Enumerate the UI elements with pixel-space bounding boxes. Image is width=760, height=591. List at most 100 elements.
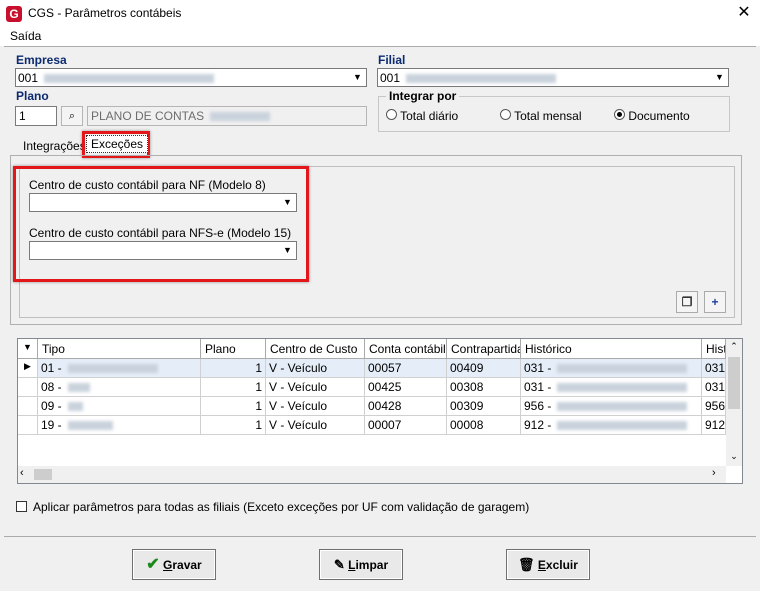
redacted-text xyxy=(210,112,271,122)
column-header[interactable]: Centro de Custo xyxy=(266,339,365,359)
close-icon[interactable]: ✕ xyxy=(735,4,753,22)
column-header[interactable]: Conta contábil xyxy=(365,339,447,359)
row-indicator xyxy=(18,378,38,397)
tab-excecoes[interactable]: Exceções xyxy=(86,135,149,153)
chevron-down-icon: ▼ xyxy=(715,72,724,82)
cell-hist: 031 xyxy=(702,378,726,397)
column-header[interactable]: Contrapartida xyxy=(447,339,521,359)
checkmark-icon: ✔ xyxy=(146,556,160,573)
divider xyxy=(4,46,756,47)
empresa-select[interactable]: 001 ▼ xyxy=(15,68,367,87)
cell-text: 031 - xyxy=(524,361,552,375)
redacted-text xyxy=(406,74,557,84)
clear-button[interactable]: ✎ Limpar xyxy=(319,549,403,580)
scroll-up-icon[interactable]: ⌃ xyxy=(726,341,742,352)
tab-integracoes[interactable]: Integrações xyxy=(19,137,90,156)
grid-menu-icon[interactable]: ▼ xyxy=(18,339,38,359)
cell-text: 08 - xyxy=(41,380,62,394)
apply-all-checkbox[interactable] xyxy=(16,501,27,512)
cell-historico: 031 - xyxy=(521,378,702,397)
redacted-text xyxy=(67,402,83,412)
chevron-down-icon: ▼ xyxy=(283,197,292,207)
nf-cost-center-select[interactable]: ▼ xyxy=(29,193,297,212)
chevron-down-icon: ▼ xyxy=(283,245,292,255)
redacted-text xyxy=(67,383,90,393)
cell-conta: 00425 xyxy=(365,378,447,397)
cell-centro: V - Veículo xyxy=(266,359,365,378)
cell-contrapartida: 00409 xyxy=(447,359,521,378)
cell-tipo: 09 - xyxy=(38,397,201,416)
filial-select[interactable]: 001 ▼ xyxy=(377,68,729,87)
redacted-text xyxy=(557,383,688,393)
redacted-text xyxy=(67,364,158,374)
plano-name-field: PLANO DE CONTAS xyxy=(87,106,367,126)
trash-icon: 🗑 xyxy=(518,557,535,572)
cell-historico: 912 - xyxy=(521,416,702,435)
column-header[interactable]: Tipo xyxy=(38,339,201,359)
scroll-left-icon[interactable]: ‹ xyxy=(20,467,24,479)
nf-cost-center-label: Centro de custo contábil para NF (Modelo… xyxy=(29,178,266,192)
add-icon[interactable]: + xyxy=(704,291,726,313)
app-logo-icon: G xyxy=(6,6,22,22)
copy-icon[interactable]: ❐ xyxy=(676,291,698,313)
empresa-value: 001 xyxy=(18,71,39,85)
cell-plano: 1 xyxy=(201,397,266,416)
row-indicator-icon: ▶ xyxy=(18,359,38,378)
apply-all-label: Aplicar parâmetros para todas as filiais… xyxy=(33,500,530,514)
column-header[interactable]: Hist xyxy=(702,339,726,359)
cell-text: 031 - xyxy=(524,380,552,394)
scroll-right-icon[interactable]: › xyxy=(712,467,716,479)
column-header[interactable]: Plano xyxy=(201,339,266,359)
cell-text: 01 - xyxy=(41,361,62,375)
nfse-cost-center-label: Centro de custo contábil para NFS-e (Mod… xyxy=(29,226,292,240)
scroll-thumb[interactable] xyxy=(728,357,740,409)
delete-button[interactable]: 🗑 Excluir xyxy=(506,549,590,580)
scroll-thumb[interactable] xyxy=(34,469,52,480)
binoculars-icon[interactable]: ⌕ xyxy=(61,106,83,126)
cell-historico: 956 - xyxy=(521,397,702,416)
scroll-down-icon[interactable]: ⌄ xyxy=(726,451,742,462)
row-indicator xyxy=(18,397,38,416)
menu-bar xyxy=(0,27,760,46)
divider xyxy=(4,536,756,537)
radio-label: Documento xyxy=(628,109,690,123)
cell-text: 956 - xyxy=(524,399,552,413)
radio-label: Total mensal xyxy=(514,109,582,123)
plano-code-input[interactable]: 1 xyxy=(15,106,57,126)
filial-value: 001 xyxy=(380,71,401,85)
eraser-icon: ✎ xyxy=(333,557,345,572)
cell-text: 09 - xyxy=(41,399,62,413)
hotkey: E xyxy=(537,558,546,572)
cell-centro: V - Veículo xyxy=(266,397,365,416)
redacted-text xyxy=(67,421,113,431)
cell-contrapartida: 00308 xyxy=(447,378,521,397)
cell-centro: V - Veículo xyxy=(266,378,365,397)
horizontal-scrollbar[interactable]: ‹ › xyxy=(18,466,726,483)
nfse-cost-center-select[interactable]: ▼ xyxy=(29,241,297,260)
radio-documento[interactable]: Documento xyxy=(614,109,690,123)
vertical-scrollbar[interactable]: ⌃ ⌄ xyxy=(726,339,742,466)
column-header[interactable]: Histórico xyxy=(521,339,702,359)
cell-hist: 031 xyxy=(702,359,726,378)
radio-total-mensal[interactable]: Total mensal xyxy=(500,109,582,123)
save-button[interactable]: ✔ Gravar xyxy=(132,549,216,580)
cell-conta: 00057 xyxy=(365,359,447,378)
cell-hist: 956 xyxy=(702,397,726,416)
cell-hist: 912 xyxy=(702,416,726,435)
radio-label: Total diário xyxy=(400,109,459,123)
plano-name: PLANO DE CONTAS xyxy=(91,109,205,123)
redacted-text xyxy=(557,364,688,374)
hotkey: G xyxy=(163,558,173,572)
cell-plano: 1 xyxy=(201,416,266,435)
cell-conta: 00428 xyxy=(365,397,447,416)
row-indicator xyxy=(18,416,38,435)
cell-plano: 1 xyxy=(201,359,266,378)
cell-contrapartida: 00309 xyxy=(447,397,521,416)
menu-item-saida[interactable]: Saída xyxy=(10,29,41,43)
radio-total-diario[interactable]: Total diário xyxy=(386,109,458,123)
radio-icon xyxy=(500,109,511,120)
cell-contrapartida: 00008 xyxy=(447,416,521,435)
cell-text: 19 - xyxy=(41,418,62,432)
redacted-text xyxy=(44,74,215,84)
redacted-text xyxy=(557,421,688,431)
